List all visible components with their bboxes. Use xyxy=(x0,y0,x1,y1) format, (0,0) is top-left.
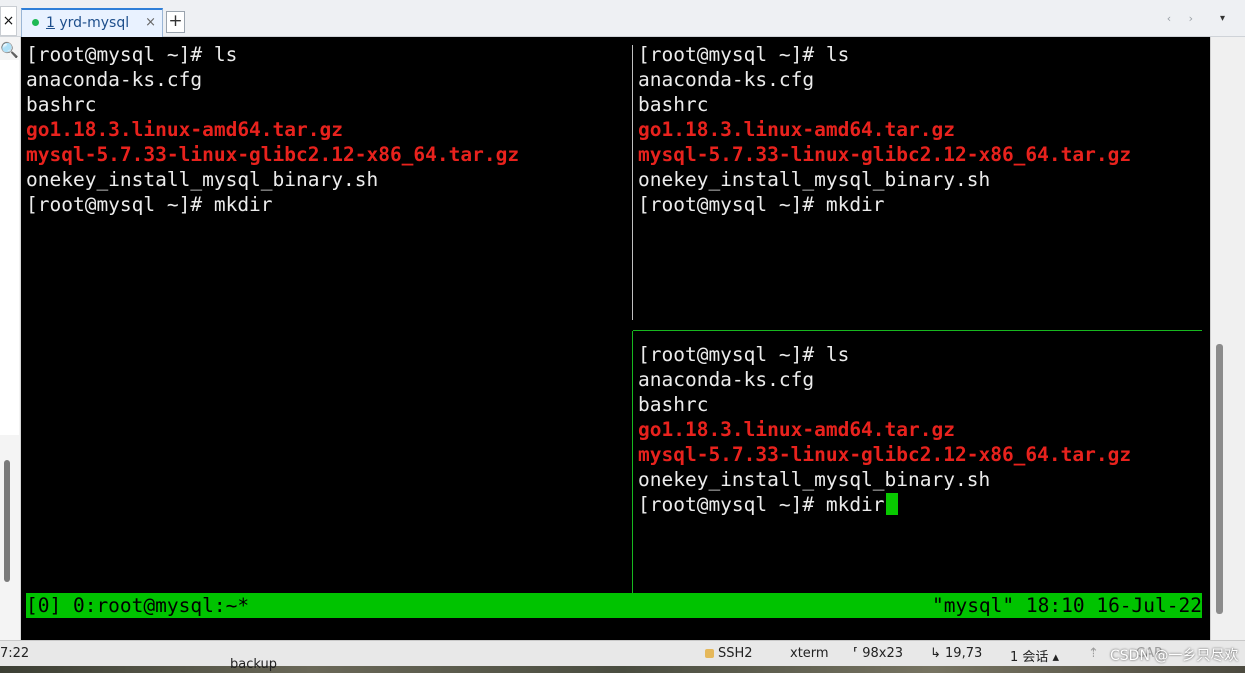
terminal-line: mysql-5.7.33-linux-glibc2.12-x86_64.tar.… xyxy=(26,143,520,166)
pane-divider-vertical-bottom xyxy=(632,331,633,593)
watermark: CSDN @一乡只尽欢 xyxy=(1110,648,1239,664)
desktop-icon-label: backup xyxy=(230,657,277,672)
terminal-line: [root@mysql ~]# ls xyxy=(638,43,850,66)
terminal-line: bashrc xyxy=(638,393,709,416)
tmux-pane-left[interactable]: [root@mysql ~]# ls anaconda-ks.cfg bashrc g… xyxy=(26,42,519,217)
pane-divider-vertical-top xyxy=(632,45,633,320)
terminal-cursor xyxy=(885,493,898,515)
status-size: ⸢ 98x23 xyxy=(853,646,903,661)
side-panel-close-button[interactable]: × xyxy=(0,6,17,36)
status-cursor-position: ↳ 19,73 xyxy=(930,646,983,661)
tmux-pane-top-right[interactable]: [root@mysql ~]# ls anaconda-ks.cfg bashrc g… xyxy=(638,42,1131,217)
tab-list-menu-icon[interactable]: ▾ xyxy=(1220,13,1225,24)
tab-bar: × 1 yrd-mysql × + ‹ › ▾ xyxy=(0,0,1245,37)
tab-number: 1 xyxy=(46,15,55,31)
terminal-line: [root@mysql ~]# ls xyxy=(638,343,850,366)
terminal-line: go1.18.3.linux-amd64.tar.gz xyxy=(638,418,955,441)
tmux-status-line: [0] 0:root@mysql:~* "mysql" 18:10 16-Jul… xyxy=(26,593,1202,618)
connected-status-icon xyxy=(32,19,39,26)
terminal-line: onekey_install_mysql_binary.sh xyxy=(26,168,379,191)
status-sessions[interactable]: 1 会话 ▴ xyxy=(1010,646,1059,665)
tab-yrd-mysql[interactable]: 1 yrd-mysql × xyxy=(21,8,163,37)
terminal-line: mysql-5.7.33-linux-glibc2.12-x86_64.tar.… xyxy=(638,143,1132,166)
app-window: × 1 yrd-mysql × + ‹ › ▾ 🔍 [root@mysql ~]… xyxy=(0,0,1245,673)
add-tab-button[interactable]: + xyxy=(166,11,185,33)
terminal-line: onekey_install_mysql_binary.sh xyxy=(638,468,991,491)
upload-arrow-icon: ⇡ xyxy=(1088,646,1099,661)
status-time-fragment: 7:22 xyxy=(0,646,30,661)
tmux-pane-bottom-right[interactable]: [root@mysql ~]# ls anaconda-ks.cfg bashrc g… xyxy=(638,342,1131,517)
terminal-line: bashrc xyxy=(26,93,97,116)
terminal-line: onekey_install_mysql_binary.sh xyxy=(638,168,991,191)
terminal-line: go1.18.3.linux-amd64.tar.gz xyxy=(638,118,955,141)
status-bar: 7:22 SSH2 xterm ⸢ 98x23 ↳ 19,73 1 会话 ▴ ⇡… xyxy=(0,640,1245,666)
terminal-line: anaconda-ks.cfg xyxy=(26,68,203,91)
status-terminal-type: xterm xyxy=(790,646,829,661)
terminal-line: [root@mysql ~]# mkdir xyxy=(26,193,273,216)
tmux-status-right: "mysql" 18:10 16-Jul-22 xyxy=(931,594,1202,617)
terminal-scrollbar-thumb[interactable] xyxy=(1216,344,1223,614)
status-protocol: SSH2 xyxy=(705,646,753,661)
terminal-line: anaconda-ks.cfg xyxy=(638,368,815,391)
terminal-line: bashrc xyxy=(638,93,709,116)
desktop-background xyxy=(0,666,1245,673)
lock-icon xyxy=(705,649,714,658)
search-icon[interactable]: 🔍 xyxy=(0,41,19,59)
terminal-line: anaconda-ks.cfg xyxy=(638,68,815,91)
tab-scroll-arrows-icon[interactable]: ‹ › xyxy=(1167,12,1200,25)
tab-title: yrd-mysql xyxy=(59,15,130,31)
tmux-window-list: [0] 0:root@mysql:~* xyxy=(26,594,250,617)
terminal-line: mysql-5.7.33-linux-glibc2.12-x86_64.tar.… xyxy=(638,443,1132,466)
pane-divider-horizontal xyxy=(633,330,1202,331)
terminal-line: [root@mysql ~]# ls xyxy=(26,43,238,66)
terminal-line: go1.18.3.linux-amd64.tar.gz xyxy=(26,118,343,141)
terminal-line: [root@mysql ~]# mkdir xyxy=(638,193,885,216)
tab-close-icon[interactable]: × xyxy=(145,10,156,36)
session-manager-scrollbar[interactable] xyxy=(4,460,10,582)
session-manager-panel xyxy=(0,60,19,435)
terminal-line: [root@mysql ~]# mkdir xyxy=(638,492,1131,517)
